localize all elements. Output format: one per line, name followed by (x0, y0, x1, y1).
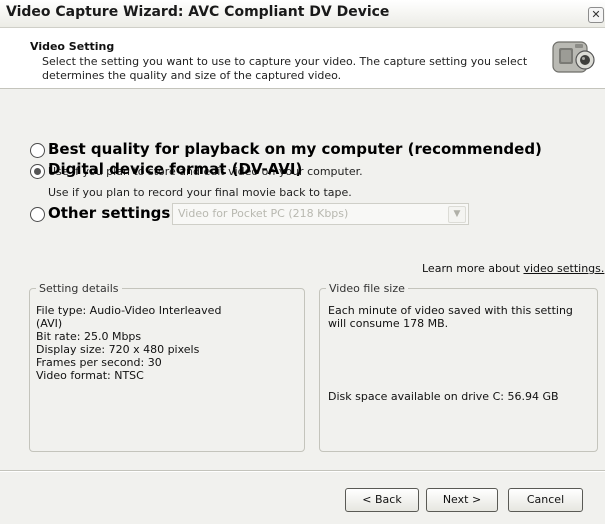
option-other-settings-label[interactable]: Other settings (48, 204, 170, 222)
setting-details-group: Setting details File type: Audio-Video I… (29, 282, 305, 452)
radio-best-quality[interactable] (30, 143, 45, 158)
wizard-window: Video Capture Wizard: AVC Compliant DV D… (0, 0, 605, 524)
cancel-button[interactable]: Cancel (508, 488, 583, 512)
setting-detail-display-size: Display size: 720 x 480 pixels (36, 343, 200, 356)
setting-detail-fps: Frames per second: 30 (36, 356, 162, 369)
radio-other-settings[interactable] (30, 207, 45, 222)
video-file-size-legend: Video file size (326, 282, 408, 295)
option-best-quality-label[interactable]: Best quality for playback on my computer… (48, 140, 542, 158)
setting-detail-file-type: File type: Audio-Video Interleaved (36, 304, 222, 317)
page-description: Select the setting you want to use to ca… (42, 55, 542, 83)
camcorder-icon (552, 41, 595, 73)
disk-space-text: Disk space available on drive C: 56.94 G… (328, 390, 559, 403)
option-dv-avi-label[interactable]: Digital device format (DV-AVI) (48, 160, 302, 178)
close-button[interactable]: ✕ (588, 7, 604, 23)
page-title: Video Setting (30, 40, 115, 53)
other-settings-select-value: Video for Pocket PC (218 Kbps) (178, 207, 349, 220)
wizard-header: Video Setting Select the setting you wan… (0, 28, 605, 89)
back-button[interactable]: < Back (345, 488, 419, 512)
setting-detail-file-type-ext: (AVI) (36, 317, 63, 330)
window-title: Video Capture Wizard: AVC Compliant DV D… (6, 4, 390, 20)
file-size-line1: Each minute of video saved with this set… (328, 304, 573, 317)
page-description-line1: Select the setting you want to use to ca… (42, 55, 528, 68)
setting-details-legend: Setting details (36, 282, 122, 295)
video-settings-link[interactable]: video settings. (523, 262, 604, 275)
next-button[interactable]: Next > (426, 488, 498, 512)
page-description-line2: determines the quality and size of the c… (42, 69, 342, 82)
learn-more-text: Learn more about video settings. (422, 262, 604, 275)
learn-more-prefix: Learn more about (422, 262, 524, 275)
title-bar: Video Capture Wizard: AVC Compliant DV D… (0, 0, 605, 28)
chevron-down-icon[interactable]: ▼ (448, 206, 466, 223)
video-file-size-group: Video file size Each minute of video sav… (319, 282, 598, 452)
setting-detail-bit-rate: Bit rate: 25.0 Mbps (36, 330, 142, 343)
radio-dv-avi[interactable] (30, 164, 45, 179)
footer-separator (0, 470, 605, 472)
option-dv-avi-description: Use if you plan to record your final mov… (48, 186, 352, 199)
setting-detail-video-format: Video format: NTSC (36, 369, 144, 382)
other-settings-select[interactable]: Video for Pocket PC (218 Kbps) ▼ (172, 203, 469, 225)
file-size-line2: will consume 178 MB. (328, 317, 449, 330)
